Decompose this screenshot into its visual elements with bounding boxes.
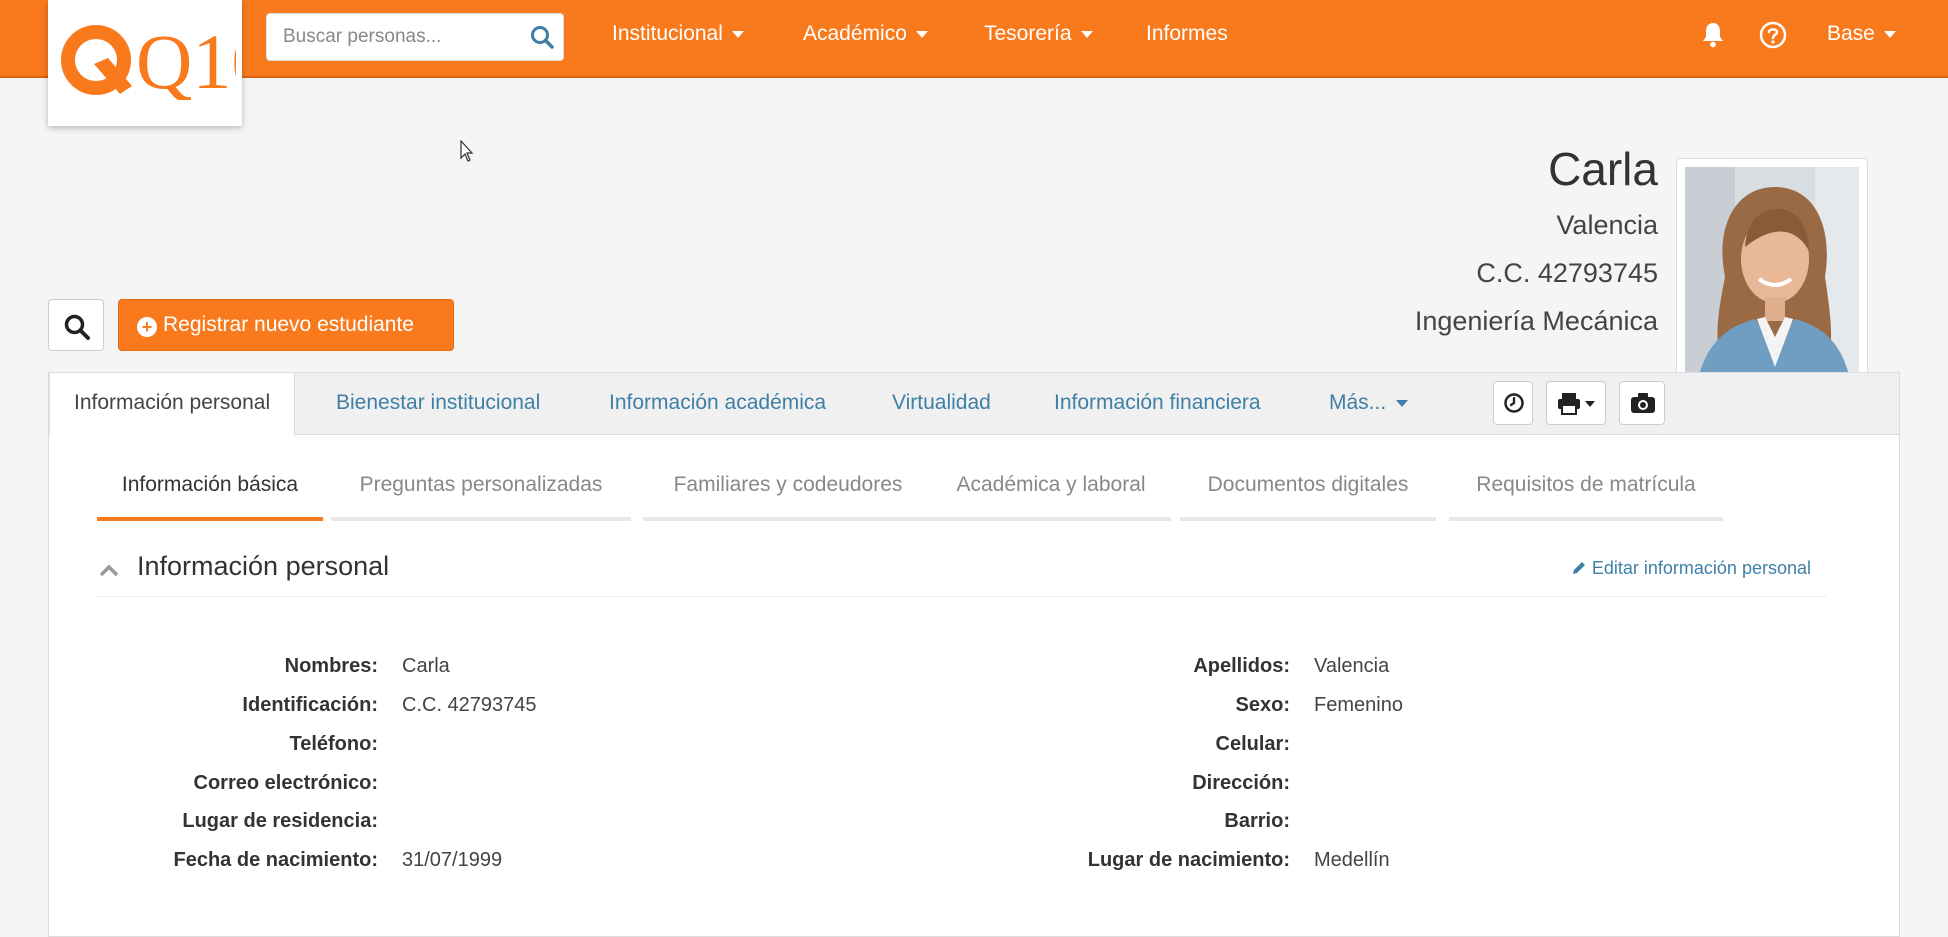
field-label-telefono: Teléfono: bbox=[289, 733, 378, 755]
mouse-cursor-icon bbox=[460, 140, 474, 162]
register-student-button[interactable]: + Registrar nuevo estudiante bbox=[118, 299, 454, 351]
subtab-familiares[interactable]: Familiares y codeudores bbox=[643, 473, 933, 521]
search-student-button[interactable] bbox=[48, 299, 104, 351]
tab-bienestar[interactable]: Bienestar institucional bbox=[336, 391, 540, 415]
tab-informacion-academica[interactable]: Información académica bbox=[609, 391, 826, 415]
field-label-barrio: Barrio: bbox=[1224, 810, 1290, 832]
camera-button[interactable] bbox=[1619, 381, 1665, 425]
nav-academico[interactable]: Académico bbox=[803, 22, 928, 46]
caret-down-icon bbox=[1396, 399, 1409, 407]
nav-label: Institucional bbox=[612, 22, 723, 45]
subtab-academica-laboral[interactable]: Académica y laboral bbox=[931, 473, 1171, 521]
field-value-apellidos: Valencia bbox=[1314, 655, 1390, 677]
subtab-preguntas[interactable]: Preguntas personalizadas bbox=[331, 473, 631, 521]
field-value-nombres: Carla bbox=[402, 655, 450, 677]
help-icon[interactable] bbox=[1758, 20, 1788, 50]
user-menu[interactable]: Base bbox=[1827, 22, 1896, 46]
search-icon bbox=[64, 314, 90, 340]
avatar bbox=[1685, 167, 1859, 401]
nav-institucional[interactable]: Institucional bbox=[612, 22, 744, 46]
nav-label: Informes bbox=[1146, 22, 1228, 45]
history-button[interactable] bbox=[1493, 381, 1533, 425]
profile-name: Carla bbox=[1548, 143, 1658, 195]
field-label-correo: Correo electrónico: bbox=[193, 772, 378, 794]
field-label-lugar-residencia: Lugar de residencia: bbox=[182, 810, 378, 832]
register-label: Registrar nuevo estudiante bbox=[163, 313, 414, 336]
section-title: Información personal bbox=[137, 551, 390, 581]
tab-virtualidad[interactable]: Virtualidad bbox=[892, 391, 991, 415]
field-label-apellidos: Apellidos: bbox=[1193, 655, 1290, 677]
search-box[interactable] bbox=[266, 13, 564, 61]
print-icon bbox=[1558, 393, 1595, 415]
plus-circle-icon: + bbox=[137, 317, 157, 337]
field-label-fecha-nacimiento: Fecha de nacimiento: bbox=[173, 849, 379, 871]
field-label-lugar-nacimiento: Lugar de nacimiento: bbox=[1087, 849, 1290, 871]
top-navbar: Institucional Académico Tesorería Inform… bbox=[0, 0, 1948, 78]
field-value-identificacion: C.C. 42793745 bbox=[402, 694, 537, 716]
field-label-celular: Celular: bbox=[1215, 733, 1290, 755]
caret-down-icon bbox=[1883, 30, 1896, 38]
field-value-sexo: Femenino bbox=[1314, 694, 1403, 716]
nav-label: Académico bbox=[803, 22, 907, 45]
q10-logo-icon: Q10 bbox=[61, 20, 236, 100]
student-panel: Información personal Bienestar instituci… bbox=[48, 372, 1900, 937]
tab-informacion-financiera[interactable]: Información financiera bbox=[1054, 391, 1261, 415]
clock-icon bbox=[1504, 393, 1524, 413]
field-label-direccion: Dirección: bbox=[1192, 772, 1290, 794]
profile-id: C.C. 42793745 bbox=[1476, 258, 1658, 288]
pencil-icon bbox=[1572, 562, 1585, 574]
edit-label: Editar información personal bbox=[1591, 558, 1811, 578]
tab-mas[interactable]: Más... bbox=[1329, 391, 1409, 415]
tab-informacion-personal[interactable]: Información personal bbox=[49, 372, 296, 436]
caret-down-icon bbox=[1080, 30, 1093, 38]
print-button[interactable] bbox=[1546, 381, 1606, 425]
subtab-documentos[interactable]: Documentos digitales bbox=[1180, 473, 1436, 521]
nav-informes[interactable]: Informes bbox=[1146, 22, 1228, 46]
field-label-nombres: Nombres: bbox=[284, 655, 378, 677]
main-tabs: Información personal Bienestar instituci… bbox=[49, 372, 1899, 436]
person-photo-icon bbox=[1685, 167, 1859, 401]
user-menu-label: Base bbox=[1827, 22, 1875, 45]
tab-label: Más... bbox=[1329, 391, 1387, 414]
field-value-fecha-nacimiento: 31/07/1999 bbox=[402, 849, 503, 871]
search-icon[interactable] bbox=[529, 24, 555, 50]
edit-personal-info-link[interactable]: Editar información personal bbox=[1571, 558, 1811, 579]
field-label-identificacion: Identificación: bbox=[242, 694, 378, 716]
nav-tesoreria[interactable]: Tesorería bbox=[984, 22, 1093, 46]
logo[interactable]: Q10 bbox=[48, 0, 242, 126]
field-value-lugar-nacimiento: Medellín bbox=[1314, 849, 1390, 871]
bell-icon[interactable] bbox=[1698, 20, 1728, 50]
nav-label: Tesorería bbox=[984, 22, 1072, 45]
subtab-informacion-basica[interactable]: Información básica bbox=[97, 473, 323, 521]
profile-program: Ingeniería Mecánica bbox=[1414, 306, 1658, 336]
caret-down-icon bbox=[915, 30, 928, 38]
field-label-sexo: Sexo: bbox=[1235, 694, 1290, 716]
section-header: Información personal Editar información … bbox=[97, 549, 1827, 597]
logo-text: Q10 bbox=[136, 20, 236, 100]
profile-surname: Valencia bbox=[1556, 210, 1658, 240]
search-input[interactable] bbox=[267, 14, 517, 60]
camera-icon bbox=[1631, 393, 1655, 413]
caret-down-icon bbox=[731, 30, 744, 38]
subtab-requisitos[interactable]: Requisitos de matrícula bbox=[1449, 473, 1723, 521]
chevron-up-icon[interactable] bbox=[99, 563, 119, 577]
